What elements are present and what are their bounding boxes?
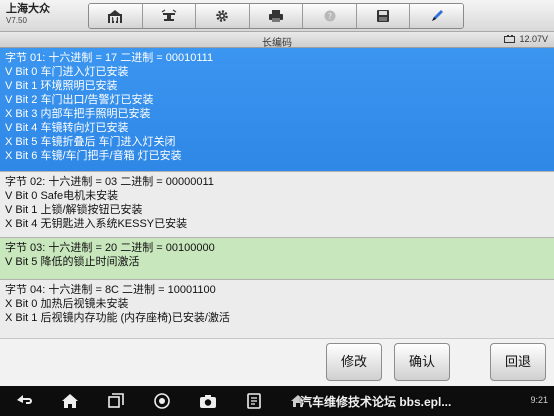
bit-line: X Bit 6 车镜/车门把手/音箱 灯已安装 bbox=[5, 150, 182, 162]
page-title: 长编码 bbox=[262, 38, 292, 49]
browser-button[interactable] bbox=[152, 392, 172, 410]
voltage-value: 12.07V bbox=[519, 34, 548, 44]
byte-entry-04[interactable]: 字节 04: 十六进制 = 8C 二进制 = 10001100 X Bit 0 … bbox=[0, 280, 554, 338]
confirm-button[interactable]: 确认 bbox=[394, 343, 450, 381]
battery-icon bbox=[504, 35, 516, 43]
settings-button[interactable] bbox=[196, 4, 250, 28]
action-bar: 修改 确认 回退 bbox=[0, 338, 554, 386]
bit-line: V Bit 2 车门出口/告警灯已安装 bbox=[5, 94, 154, 106]
save-button[interactable] bbox=[356, 4, 411, 28]
gear-icon bbox=[216, 10, 229, 22]
vehicle-lift-button[interactable] bbox=[142, 4, 197, 28]
brand: 上海大众 V7.50 bbox=[6, 3, 50, 26]
bit-line: V Bit 0 车门进入灯已安装 bbox=[5, 66, 129, 78]
byte-header: 字节 02: 十六进制 = 03 二进制 = 00000011 bbox=[5, 176, 214, 188]
bit-line: V Bit 5 降低的锁止时间激活 bbox=[5, 256, 140, 268]
clock: 9:21 bbox=[530, 395, 548, 405]
vci-button[interactable] bbox=[244, 392, 264, 410]
bit-line: V Bit 0 Safe电机未安装 bbox=[5, 190, 119, 202]
vehicle-lift-icon bbox=[161, 9, 177, 21]
bit-line: V Bit 1 环境照明已安装 bbox=[5, 80, 118, 92]
camera-icon bbox=[200, 395, 216, 408]
tool-strip: M ? bbox=[88, 3, 464, 29]
nav-back-button[interactable] bbox=[14, 392, 34, 410]
camera-button[interactable] bbox=[198, 392, 218, 410]
byte-entry-02[interactable]: 字节 02: 十六进制 = 03 二进制 = 00000011 V Bit 0 … bbox=[0, 172, 554, 238]
bit-line: V Bit 1 上锁/解锁按钮已安装 bbox=[5, 204, 143, 216]
help-icon: ? bbox=[324, 10, 336, 22]
back-arrow-icon bbox=[17, 395, 32, 404]
home-button[interactable]: M bbox=[89, 4, 143, 28]
bit-line: V Bit 4 车镜转向灯已安装 bbox=[5, 122, 129, 134]
back-button[interactable]: 回退 bbox=[490, 343, 546, 381]
byte-header: 字节 03: 十六进制 = 20 二进制 = 00100000 bbox=[5, 242, 215, 254]
title-bar: 长编码 12.07V bbox=[0, 32, 554, 49]
nav-home-button[interactable] bbox=[60, 392, 80, 410]
save-icon bbox=[377, 10, 390, 22]
bit-line: X Bit 3 内部车把手照明已安装 bbox=[5, 108, 151, 120]
watermark-text: 汽车维修技术论坛 bbs.epl... bbox=[300, 395, 452, 409]
bit-line: X Bit 4 无钥匙进入系统KESSY已安装 bbox=[5, 218, 188, 230]
byte-entry-01[interactable]: 字节 01: 十六进制 = 17 二进制 = 00010111 V Bit 0 … bbox=[0, 48, 554, 172]
pen-icon bbox=[431, 10, 443, 21]
home-icon: M bbox=[108, 10, 123, 23]
help-button[interactable]: ? bbox=[303, 4, 357, 28]
edit-button[interactable] bbox=[410, 4, 463, 28]
browser-icon bbox=[154, 393, 170, 409]
recent-apps-icon bbox=[108, 393, 124, 408]
top-toolbar: 上海大众 V7.50 M ? bbox=[0, 0, 554, 32]
bit-line: X Bit 1 后视镜内存功能 (内存座椅)已安装/激活 bbox=[5, 312, 230, 324]
bit-line: X Bit 5 车镜折叠后 车门进入灯关闭 bbox=[5, 136, 176, 148]
home-icon bbox=[62, 394, 78, 408]
byte-header: 字节 01: 十六进制 = 17 二进制 = 00010111 bbox=[5, 52, 214, 64]
byte-header: 字节 04: 十六进制 = 8C 二进制 = 10001100 bbox=[5, 284, 216, 296]
printer-icon bbox=[269, 10, 284, 22]
bit-line: X Bit 0 加热后视镜未安装 bbox=[5, 298, 129, 310]
coding-list: 字节 01: 十六进制 = 17 二进制 = 00010111 V Bit 0 … bbox=[0, 48, 554, 338]
modify-button[interactable]: 修改 bbox=[326, 343, 382, 381]
byte-entry-03[interactable]: 字节 03: 十六进制 = 20 二进制 = 00100000 V Bit 5 … bbox=[0, 238, 554, 280]
battery-voltage: 12.07V bbox=[504, 34, 548, 44]
system-nav-bar: 汽车维修技术论坛 bbs.epl... 9:21 bbox=[0, 386, 554, 416]
brand-name: 上海大众 bbox=[6, 3, 50, 15]
svg-text:?: ? bbox=[327, 12, 331, 21]
svg-text:M: M bbox=[113, 16, 118, 23]
vci-icon bbox=[247, 393, 261, 409]
nav-recent-button[interactable] bbox=[106, 392, 126, 410]
print-button[interactable] bbox=[249, 4, 304, 28]
app-version: V7.50 bbox=[6, 16, 27, 25]
